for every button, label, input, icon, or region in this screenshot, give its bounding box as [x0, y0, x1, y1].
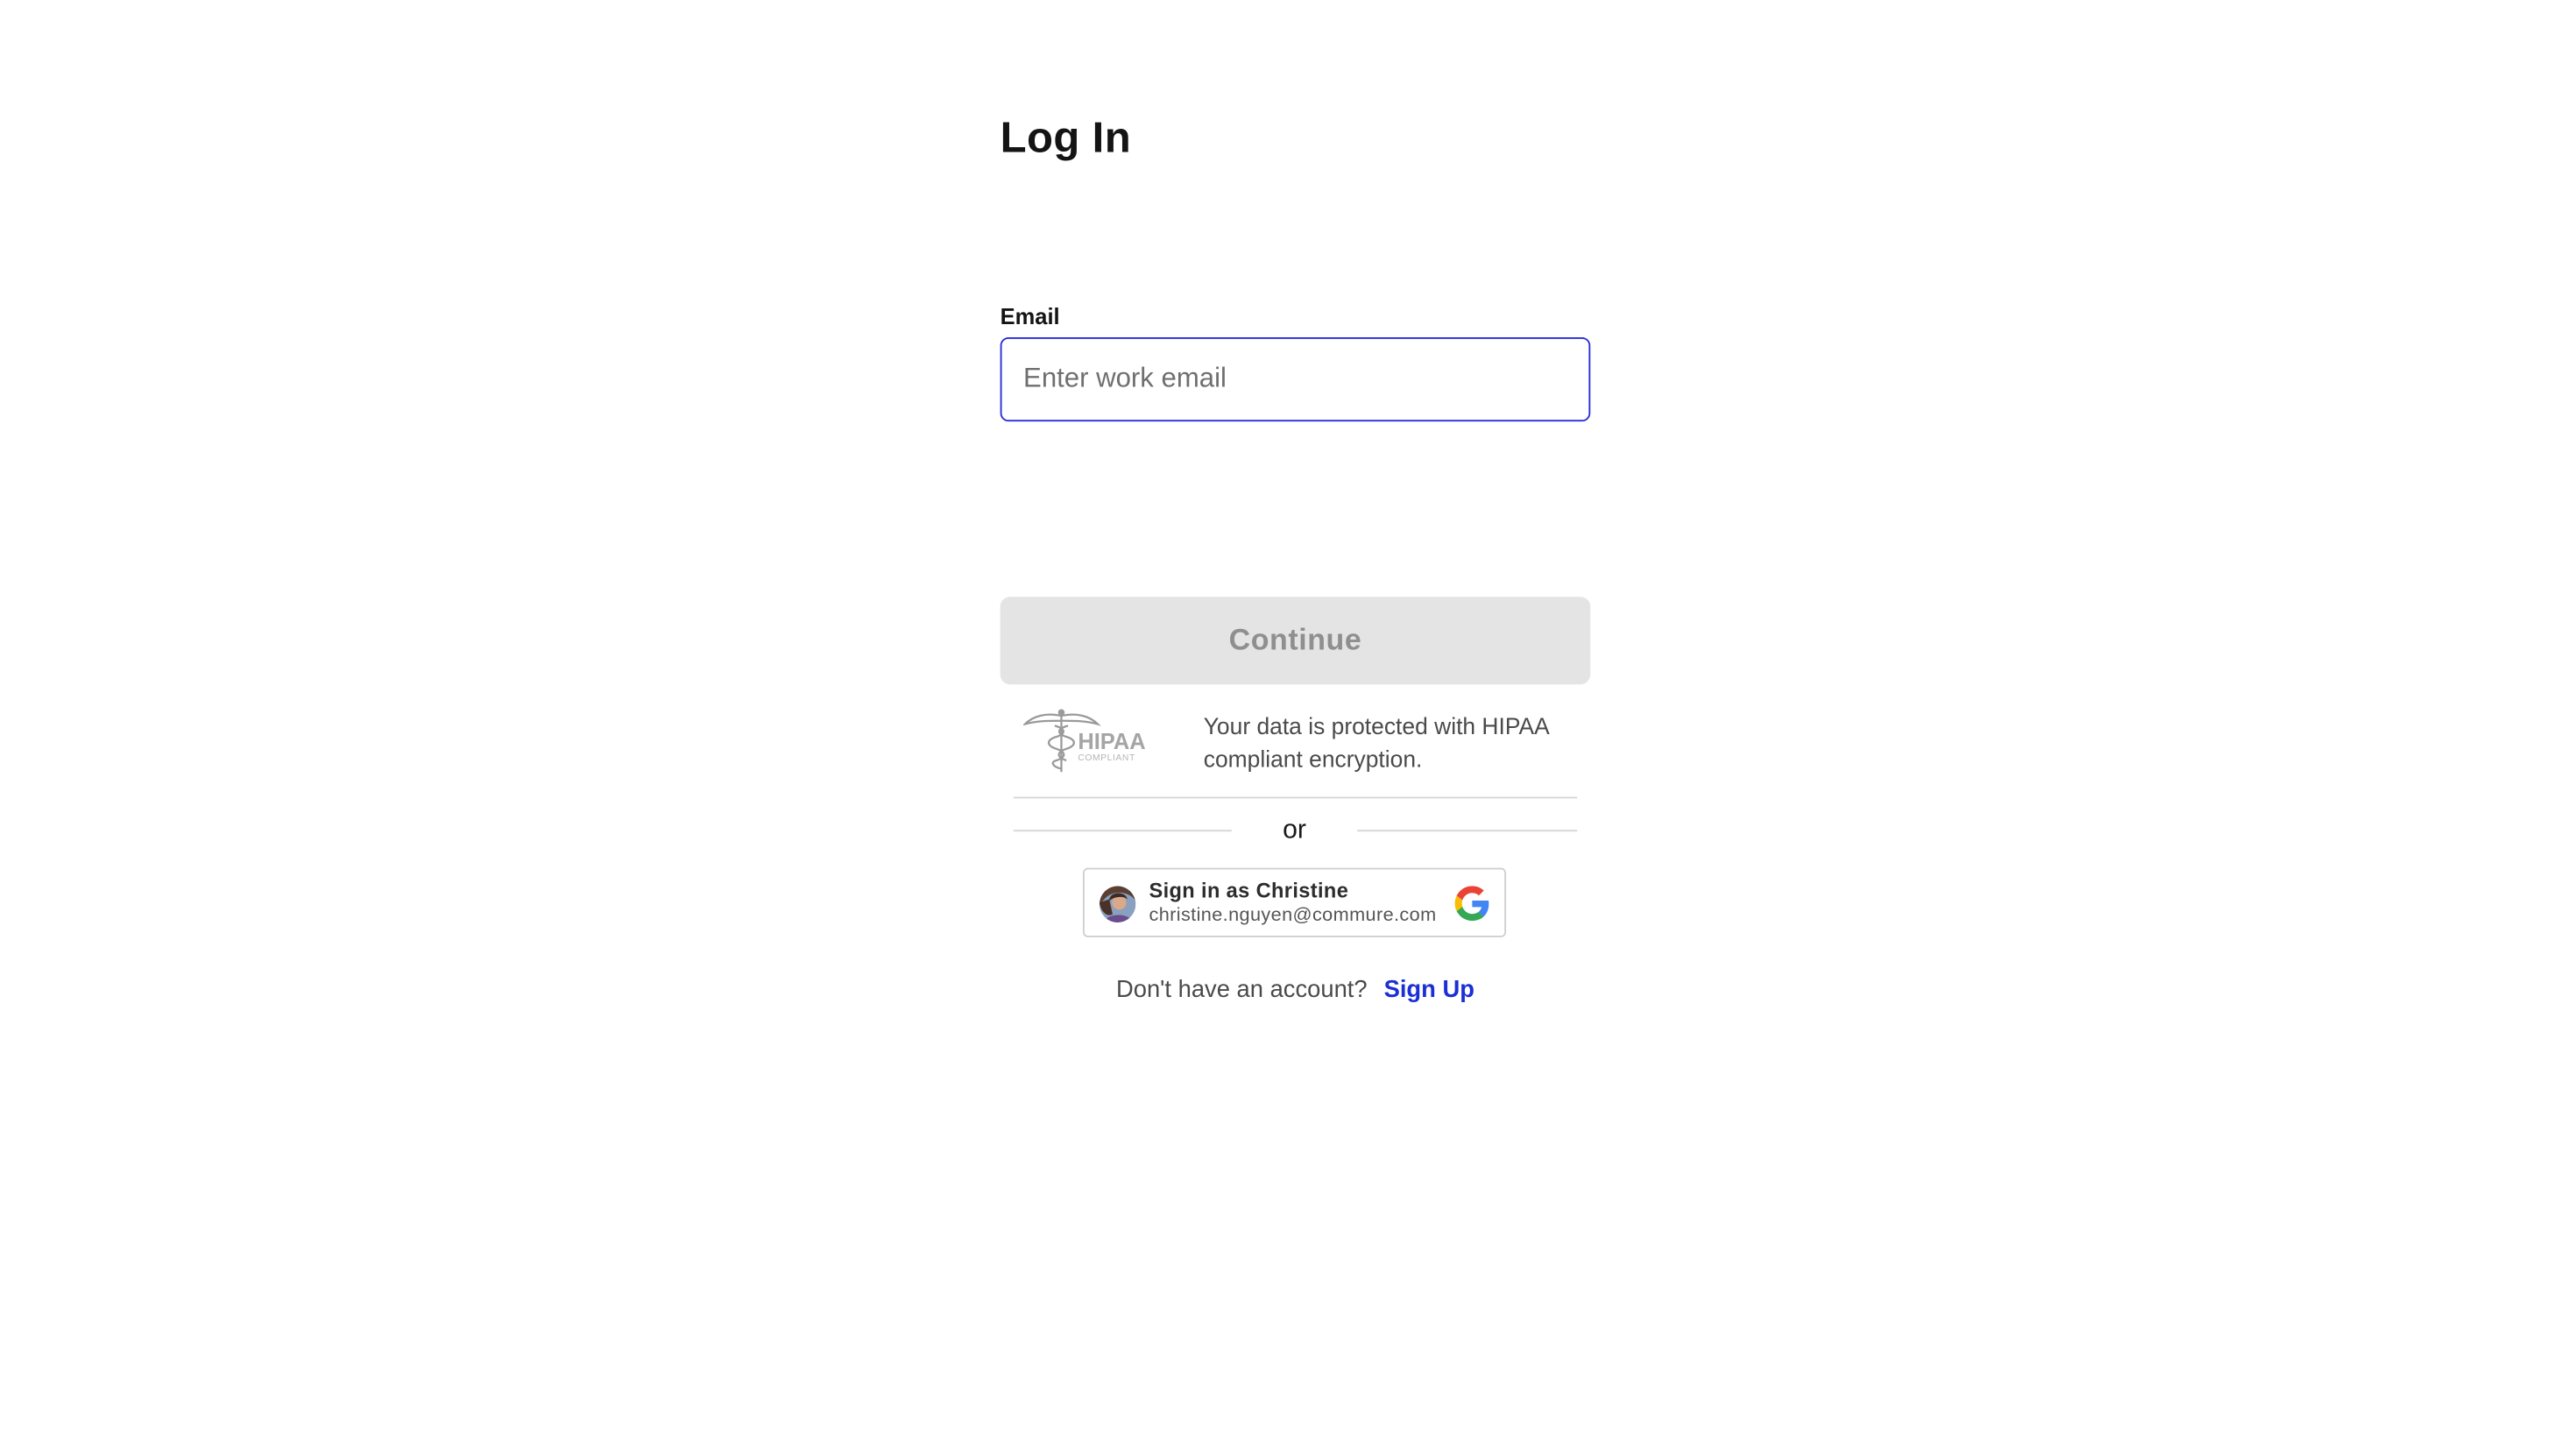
- or-divider-line-right: [1357, 830, 1578, 832]
- google-account-email: christine.nguyen@commure.com: [1149, 906, 1437, 926]
- signup-row: Don't have an account? Sign Up: [1001, 977, 1591, 1003]
- continue-button[interactable]: Continue: [1000, 597, 1591, 685]
- divider: [1013, 796, 1578, 799]
- email-field[interactable]: [1000, 336, 1591, 422]
- google-sign-in-button[interactable]: Sign in as Christine christine.nguyen@co…: [1082, 867, 1507, 937]
- avatar: [1099, 886, 1136, 922]
- hipaa-message: Your data is protected with HIPAA compli…: [1203, 712, 1549, 772]
- page-title: Log In: [1000, 112, 1132, 162]
- email-label: Email: [1000, 304, 1060, 329]
- login-page: Log In Email Continue HIPAA COMPLIANT Yo…: [0, 0, 2574, 1456]
- or-divider-text: or: [1283, 816, 1306, 845]
- hipaa-compliant-logo: HIPAA COMPLIANT: [1023, 709, 1146, 773]
- google-g-icon: [1454, 886, 1489, 922]
- or-divider-line-left: [1013, 830, 1232, 832]
- sign-up-link[interactable]: Sign Up: [1384, 977, 1474, 1003]
- hipaa-logo-text: HIPAA: [1078, 730, 1145, 754]
- google-account-name: Sign in as Christine: [1149, 879, 1349, 903]
- hipaa-logo-subtext: COMPLIANT: [1078, 753, 1135, 763]
- signup-prompt: Don't have an account?: [1115, 977, 1368, 1004]
